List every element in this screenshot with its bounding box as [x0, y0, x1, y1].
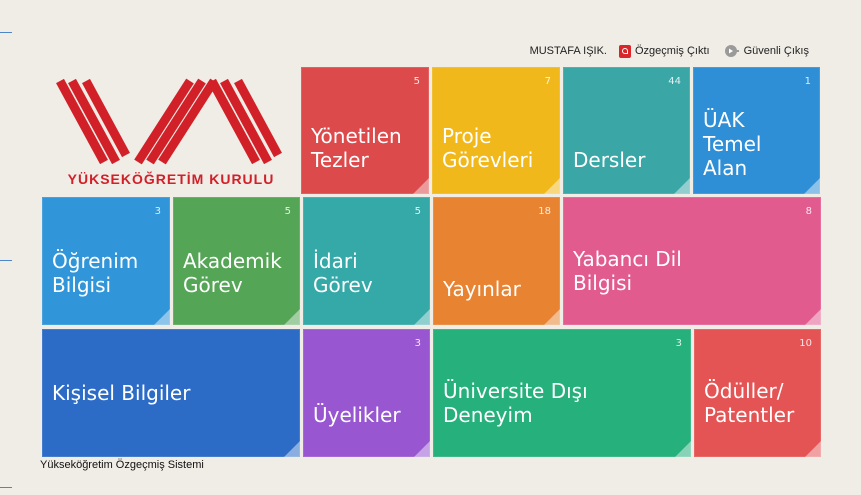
- corner-fold: [414, 441, 430, 457]
- tile-label: Yönetilen Tezler: [311, 124, 402, 172]
- tile-count: 5: [284, 206, 291, 217]
- tile-label: Öğrenim Bilgisi: [52, 249, 139, 297]
- corner-fold: [805, 309, 821, 325]
- tile-count: 5: [414, 206, 421, 217]
- yok-logo-mark: [56, 78, 282, 165]
- tile-kisisel-bilgiler[interactable]: Kişisel Bilgiler: [42, 329, 300, 457]
- tile-label: Üyelikler: [313, 403, 401, 427]
- tile-count: 10: [799, 338, 812, 349]
- tile-count: 3: [154, 206, 161, 217]
- logout-link[interactable]: Güvenli Çıkış: [724, 44, 809, 58]
- tile-proje-gorevleri[interactable]: 7 Proje Görevleri: [432, 67, 560, 194]
- tile-count: 1: [804, 76, 811, 87]
- yok-logo: YÜKSEKÖĞRETİM KURULU: [42, 67, 300, 194]
- tile-label: Üniversite Dışı Deneyim: [443, 379, 588, 427]
- logout-label: Güvenli Çıkış: [743, 45, 809, 57]
- tile-label: Kişisel Bilgiler: [52, 381, 191, 405]
- tile-label: Yabancı Dil Bilgisi: [573, 247, 682, 295]
- corner-fold: [675, 441, 691, 457]
- tile-yonetilen-tezler[interactable]: 5 Yönetilen Tezler: [301, 67, 429, 194]
- pdf-icon: [619, 44, 631, 58]
- tile-count: 8: [805, 206, 812, 217]
- tile-count: 5: [413, 76, 420, 87]
- tile-oduller-patentler[interactable]: 10 Ödüller/ Patentler: [694, 329, 821, 457]
- tile-label: İdari Görev: [313, 249, 373, 297]
- cv-output-link[interactable]: Özgeçmiş Çıktı: [619, 44, 710, 58]
- cv-output-label: Özgeçmiş Çıktı: [635, 45, 710, 57]
- tile-label: ÜAK Temel Alan: [703, 108, 762, 180]
- corner-fold: [805, 441, 821, 457]
- tile-label: Yayınlar: [443, 277, 521, 301]
- tile-label: Ödüller/ Patentler: [704, 379, 795, 427]
- tile-akademik-gorev[interactable]: 5 Akademik Görev: [173, 197, 300, 325]
- edge-marker: [0, 32, 12, 33]
- logout-icon: [724, 45, 739, 57]
- corner-fold: [284, 309, 300, 325]
- tile-label: Akademik Görev: [183, 249, 282, 297]
- tile-label: Proje Görevleri: [442, 124, 534, 172]
- corner-fold: [154, 309, 170, 325]
- tile-yabanci-dil-bilgisi[interactable]: 8 Yabancı Dil Bilgisi: [563, 197, 821, 325]
- tile-uyelikler[interactable]: 3 Üyelikler: [303, 329, 430, 457]
- tile-yayinlar[interactable]: 18 Yayınlar: [433, 197, 560, 325]
- corner-fold: [544, 309, 560, 325]
- edge-marker: [0, 487, 12, 488]
- logo-text: YÜKSEKÖĞRETİM KURULU: [67, 171, 275, 187]
- corner-fold: [674, 178, 690, 194]
- corner-fold: [284, 441, 300, 457]
- corner-fold: [413, 178, 429, 194]
- tile-ogrenim-bilgisi[interactable]: 3 Öğrenim Bilgisi: [42, 197, 170, 325]
- tile-count: 7: [544, 76, 551, 87]
- tile-uak-temel-alan[interactable]: 1 ÜAK Temel Alan: [693, 67, 820, 194]
- user-name: MUSTAFA IŞIK.: [529, 45, 607, 57]
- tile-dersler[interactable]: 44 Dersler: [563, 67, 690, 194]
- corner-fold: [544, 178, 560, 194]
- tile-count: 3: [414, 338, 421, 349]
- corner-fold: [414, 309, 430, 325]
- tile-label: Dersler: [573, 148, 646, 172]
- footer-text: Yükseköğretim Özgeçmiş Sistemi: [40, 459, 204, 471]
- tile-count: 18: [538, 206, 551, 217]
- user-toolbar: MUSTAFA IŞIK. Özgeçmiş Çıktı Güvenli Çık…: [530, 43, 809, 59]
- tile-universite-disi-deneyim[interactable]: 3 Üniversite Dışı Deneyim: [433, 329, 691, 457]
- corner-fold: [804, 178, 820, 194]
- tile-count: 3: [675, 338, 682, 349]
- tile-idari-gorev[interactable]: 5 İdari Görev: [303, 197, 430, 325]
- tile-count: 44: [668, 76, 681, 87]
- edge-marker: [0, 260, 12, 261]
